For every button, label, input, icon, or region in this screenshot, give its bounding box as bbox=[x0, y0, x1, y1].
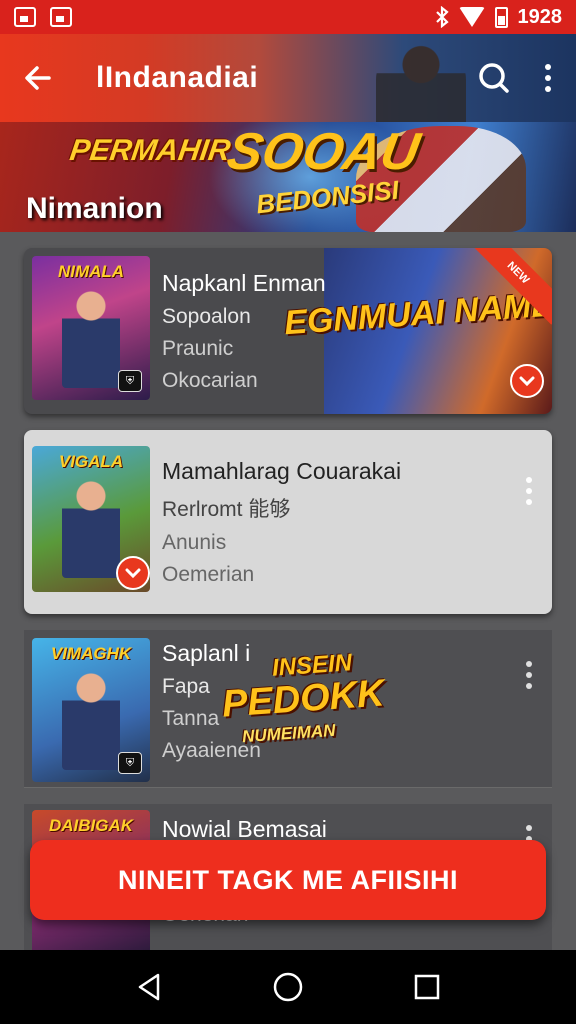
nav-home-icon[interactable] bbox=[268, 967, 308, 1007]
thumbnail-title: VIMAGHK bbox=[50, 644, 132, 663]
card-text: Napkanl Enman Sopoalon Praunic Okocarian bbox=[162, 270, 402, 393]
thumbnail-character bbox=[62, 288, 120, 388]
battery-icon bbox=[494, 6, 508, 28]
item-line-1: Rerlromt 能够 bbox=[162, 498, 291, 521]
chevron-down-icon[interactable] bbox=[510, 364, 544, 398]
thumbnail-title: VIGALA bbox=[58, 452, 124, 471]
arrow-back-icon[interactable] bbox=[20, 60, 56, 96]
app-bar-hero-art bbox=[376, 40, 466, 122]
app-bar: lIndanadiai bbox=[0, 34, 576, 122]
item-title: Napkanl Enman bbox=[162, 270, 326, 296]
banner-logo-left: PERMAHIR bbox=[67, 134, 233, 167]
thumbnail: NIMALA ⛨ bbox=[32, 256, 150, 400]
status-time: 1928 bbox=[517, 5, 563, 28]
wifi-icon bbox=[458, 7, 485, 27]
nav-recents-icon[interactable] bbox=[407, 967, 447, 1007]
thumbnail-title: DAIBIGAK bbox=[48, 816, 134, 835]
item-line-3: Okocarian bbox=[162, 369, 258, 392]
chevron-down-icon[interactable] bbox=[116, 556, 150, 590]
list-item[interactable]: NIMALA ⛨ EGNMUAI NAMEN NEW Napkanl Enman… bbox=[24, 248, 552, 414]
item-line-3: Oemerian bbox=[162, 563, 255, 586]
thumbnail-title: NIMALA bbox=[57, 262, 125, 281]
more-vert-icon[interactable] bbox=[524, 474, 534, 508]
banner-logo-main: SOOAU bbox=[222, 123, 424, 181]
status-left bbox=[14, 7, 72, 27]
image-icon bbox=[14, 7, 36, 27]
banner-subtitle: Nimanion bbox=[26, 192, 163, 225]
more-vert-icon[interactable] bbox=[540, 60, 556, 96]
more-vert-icon[interactable] bbox=[524, 658, 534, 692]
card-text: Mamahlarag Couarakai Rerlromt 能够 Anunis … bbox=[162, 458, 402, 587]
status-right: 1928 bbox=[435, 5, 563, 29]
thumbnail-character bbox=[62, 670, 120, 770]
primary-cta-button[interactable]: NINEIT TAGK ME AFIISIHI bbox=[30, 840, 546, 920]
page-title: lIndanadiai bbox=[96, 61, 259, 94]
item-line-2: Anunis bbox=[162, 531, 227, 554]
item-line-1: Sopoalon bbox=[162, 305, 251, 328]
item-line-2: Praunic bbox=[162, 337, 234, 360]
photo-icon bbox=[50, 7, 72, 27]
hero-banner[interactable]: PERMAHIR SOOAU BEDONSISI Nimanion bbox=[0, 122, 576, 232]
search-icon[interactable] bbox=[476, 60, 512, 96]
thumbnail: VIMAGHK ⛨ bbox=[32, 638, 150, 782]
status-bar: 1928 bbox=[0, 0, 576, 34]
item-title: Mamahlarag Couarakai bbox=[162, 458, 402, 484]
system-nav-bar bbox=[0, 950, 576, 1024]
thumbnail-character bbox=[62, 478, 120, 578]
bluetooth-icon bbox=[435, 6, 449, 28]
list-item[interactable]: VIMAGHK ⛨ Saplanl i Fapa Tanna Ayaaienen… bbox=[24, 630, 552, 788]
nav-back-icon[interactable] bbox=[129, 967, 169, 1007]
list-item[interactable]: VIGALA Mamahlarag Couarakai Rerlromt 能够 … bbox=[24, 430, 552, 614]
age-rating-badge: ⛨ bbox=[118, 752, 142, 774]
app-bar-actions bbox=[476, 60, 556, 96]
age-rating-badge: ⛨ bbox=[118, 370, 142, 392]
item-title: Nowial Bemasai bbox=[162, 816, 327, 842]
